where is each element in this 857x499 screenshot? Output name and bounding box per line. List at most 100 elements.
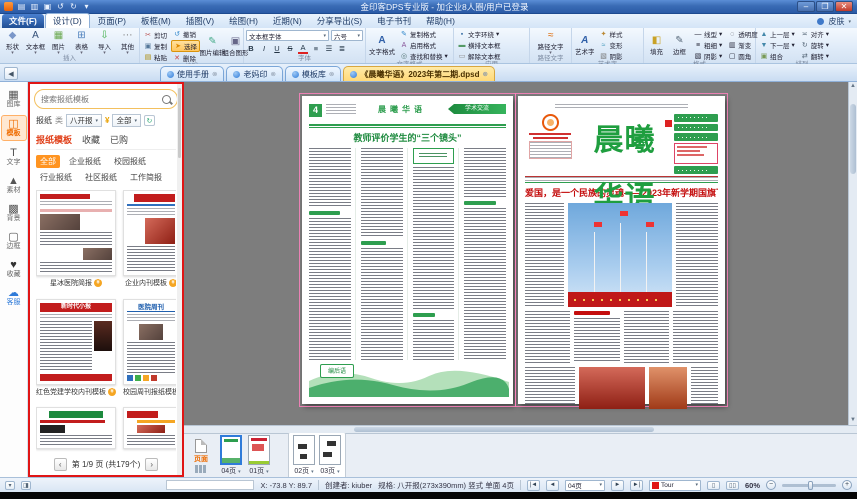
wordart-shadow-button[interactable]: ▧阴影 [598,51,625,61]
next-page-button-status[interactable]: ► [611,480,624,491]
page-thumb-03[interactable]: 03页 ▾ [319,435,341,476]
flip-button[interactable]: ⇄翻转▾ [799,51,831,61]
unlink-textbox-button[interactable]: ▭解除文本框 [456,51,503,61]
template-thumbnail[interactable] [36,190,116,276]
undo-icon[interactable]: ↺ [55,1,66,12]
menu-ebook[interactable]: 电子书刊 [370,14,418,28]
page-thumb-image[interactable] [293,435,315,465]
find-replace-button[interactable]: ◎查找和替换▾ [398,51,450,61]
bold-button[interactable]: B [246,44,256,53]
newspaper-page-1[interactable]: 晨曦华语 爱国，是一个民族的灵魂——2023年新学期国旗下讲话 [518,96,725,404]
spread-view-icon[interactable]: ▯▯ [726,481,739,490]
border-button[interactable]: ✎ 边框 [669,29,690,61]
wordart-warp-button[interactable]: ≈变形 [598,40,625,50]
quick-access-menu-icon[interactable]: ▾ [81,1,92,12]
template-thumbnail[interactable] [36,407,116,449]
tab-close-icon[interactable]: ⊗ [329,70,334,78]
copy-format-button[interactable]: ✎复制格式 [398,29,450,39]
font-size-select[interactable]: 六号▾ [331,30,363,41]
status-panel-icon[interactable]: ◨ [21,481,31,490]
menu-illustration[interactable]: 插图(V) [179,14,221,28]
paper-size-select[interactable]: 八开报▾ [66,114,102,127]
image-edit-button[interactable]: ✎ 图片编辑 [202,29,223,63]
page-thumb-image[interactable] [248,435,270,465]
template-thumbnail[interactable]: 新时代小报 [36,299,116,385]
template-thumbnail[interactable] [123,407,176,449]
corner-radius-button[interactable]: ▢圆角 [726,51,760,61]
tab-favorites[interactable]: 收藏 [82,133,100,146]
apply-format-button[interactable]: A启用格式 [398,40,450,50]
insert-table-button[interactable]: ⊞ 表格▾ [71,29,92,55]
template-item[interactable]: 星冰医院简报¥ [36,190,116,294]
doc-tab-manual[interactable]: 使用手册 ⊗ [160,66,224,81]
insert-image-button[interactable]: ▦ 图片▾ [48,29,69,55]
horizontal-scroll-thumb[interactable] [354,427,654,432]
menu-share-export[interactable]: 分享导出(S) [310,14,369,28]
text-wrap-button[interactable]: ▪文字环绕▾ [456,29,503,39]
wordart-style-button[interactable]: ✦样式 [598,29,625,39]
undo-button[interactable]: ↺撤销 [171,29,200,39]
scroll-down-icon[interactable]: ▼ [849,416,857,425]
refresh-icon[interactable]: ↻ [144,115,155,126]
insert-shape-button[interactable]: ◆ 形状▾ [2,29,23,55]
page-select[interactable]: 04页▾ [565,480,605,491]
chip-all[interactable]: 全部 [36,155,60,168]
dock-item-gallery[interactable]: ▦图库 [1,87,27,111]
single-page-view-icon[interactable]: ▯ [707,481,720,490]
minimize-button[interactable]: – [797,1,815,12]
save-icon[interactable]: ▣ [42,1,53,12]
status-menu-icon[interactable]: ▾ [5,481,15,490]
chip-enterprise[interactable]: 企业报纸 [65,155,105,168]
template-item[interactable] [36,407,116,455]
chip-industry[interactable]: 行业报纸 [36,171,76,184]
first-page-button[interactable]: |◄ [527,480,540,491]
chip-community[interactable]: 社区报纸 [81,171,121,184]
skin-switch[interactable]: 皮肤 [828,16,844,27]
transparency-button[interactable]: ◌透明度 [726,29,760,39]
tab-close-icon[interactable]: ⊗ [212,70,217,78]
page-thumb-image[interactable] [319,435,341,465]
document-canvas[interactable]: 4 晨曦华语 学术交流 教师评价学生的“三个镜头” [184,82,857,425]
fill-button[interactable]: ◧ 填充 [646,29,667,61]
menu-design[interactable]: 设计(D) [45,13,90,28]
dock-item-assets[interactable]: ▲素材 [1,173,27,197]
dock-item-text[interactable]: T文字 [1,145,27,169]
new-file-icon[interactable]: ▤ [16,1,27,12]
last-page-button[interactable]: ►| [630,480,643,491]
chip-campus[interactable]: 校园报纸 [110,155,150,168]
font-family-select[interactable]: 文本框字体▾ [246,30,329,41]
document-sheet-icon[interactable] [195,439,207,453]
template-item[interactable]: 企业内刊模板¥ [123,190,176,294]
zoom-out-button[interactable]: − [766,480,776,490]
zoom-slider[interactable] [782,484,836,487]
page-thumb-04[interactable]: 04页 ▾ [220,435,242,476]
gradient-button[interactable]: ▥渐变 [726,40,760,50]
line-weight-button[interactable]: ≡粗细▾ [692,40,724,50]
dock-item-background[interactable]: ▩背景 [1,201,27,225]
search-box[interactable] [34,89,178,109]
group-shapes-button[interactable]: ▣ 组合图形 [225,29,246,63]
bring-forward-button[interactable]: ▲上一层▾ [758,29,797,39]
chip-work-brief[interactable]: 工作简报 [126,171,166,184]
rotate-button[interactable]: ↻旋转▾ [799,40,831,50]
align-button[interactable]: ≍对齐▾ [799,29,831,39]
delete-button[interactable]: ✕删除 [171,53,200,63]
copy-button[interactable]: ▣复制 [142,41,169,51]
strikethrough-button[interactable]: S [285,44,295,53]
price-filter-select[interactable]: 全部▾ [112,114,141,127]
next-page-button[interactable]: › [145,458,158,471]
dock-item-frames[interactable]: ▢边框 [1,229,27,253]
doc-tab-laomayin[interactable]: 老妈印 ⊗ [226,66,282,81]
horizontal-textbox-button[interactable]: ▬横排文本框 [456,40,503,50]
font-color-button[interactable]: A [298,43,308,54]
align-left-button[interactable]: ☰ [324,44,334,53]
send-backward-button[interactable]: ▼下一层▾ [758,40,797,50]
sidebar-scrollbar[interactable] [177,84,182,475]
zoom-slider-knob[interactable] [808,481,813,490]
wordart-button[interactable]: A 艺术字 [574,29,596,61]
shadow-effect-button[interactable]: ▧阴影▾ [692,51,724,61]
vertical-scrollbar[interactable]: ▲ ▼ [848,82,857,425]
dock-item-templates[interactable]: ◫模板 [1,115,27,141]
insert-import-button[interactable]: ⇩ 导入▾ [94,29,115,55]
search-input[interactable] [41,95,158,104]
